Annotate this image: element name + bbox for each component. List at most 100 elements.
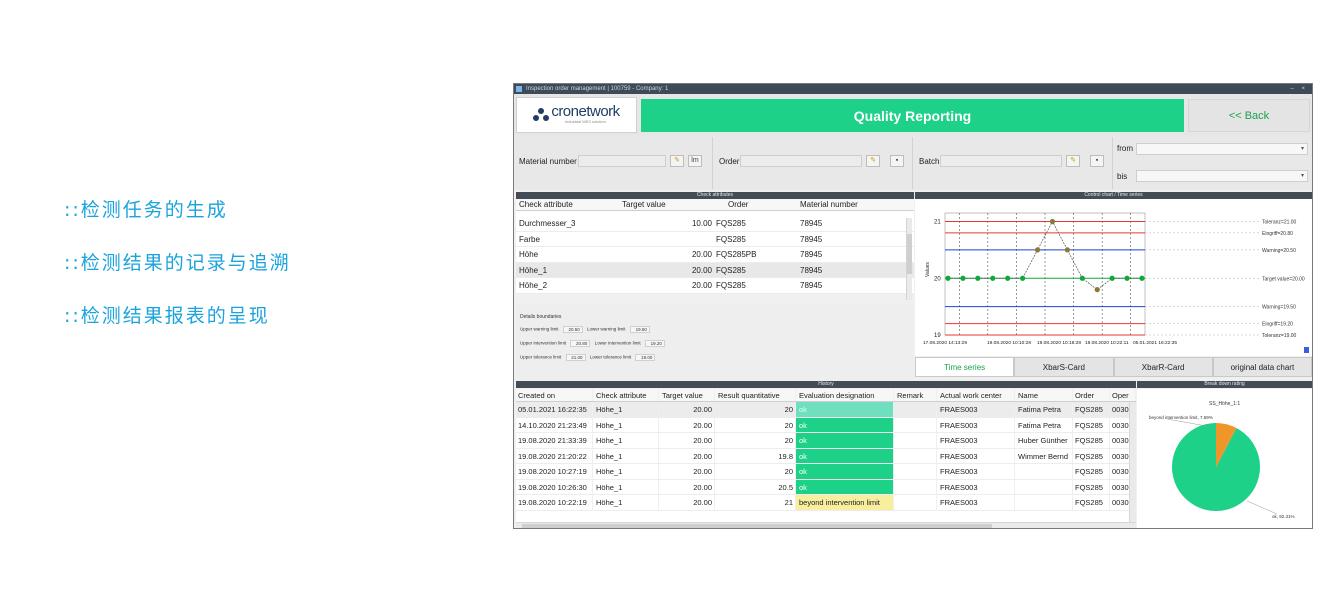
breakdown-title: Break down rating	[1137, 381, 1312, 388]
table-row[interactable]: 05.01.2021 16:22:35 Höhe_1 20.00 20 ok FRAES0…	[516, 402, 1136, 418]
material-number-label: Material number	[519, 157, 577, 166]
order-label: Order	[719, 157, 740, 166]
table-row[interactable]: 19.08.2020 21:33:39 Höhe_1 20.00 20 ok FRAES0…	[516, 433, 1136, 449]
feature-item: ::检测结果的记录与追溯	[64, 252, 291, 274]
table-row-selected[interactable]: Höhe_1 20.00 FQS285 78945	[516, 262, 914, 278]
lower-warning-field[interactable]: 19.50	[629, 326, 650, 333]
upper-intervention-field[interactable]: 20.80	[570, 340, 591, 347]
tab-xbarr-card[interactable]: XbarR-Card	[1113, 357, 1213, 377]
cell-target-value: 20.00	[659, 433, 715, 448]
column-header[interactable]: Name	[1015, 389, 1073, 401]
limit-label: Eingriff=20.80	[1262, 231, 1293, 237]
pencil-icon[interactable]: ✎	[670, 155, 684, 167]
pencil-icon[interactable]: ✎	[866, 155, 880, 167]
column-header[interactable]: Check attribute	[593, 389, 659, 401]
table-row[interactable]: 14.10.2020 21:23:49 Höhe_1 20.00 20 ok FRAES0…	[516, 417, 1136, 433]
cell-work-center: FRAES003	[937, 402, 1015, 417]
lower-warning-label: Lower warning limit	[587, 326, 626, 332]
to-date-select[interactable]: ▾	[1136, 170, 1308, 182]
data-point	[1005, 275, 1011, 281]
history-rows: 05.01.2021 16:22:35 Höhe_1 20.00 20 ok FRAES0…	[516, 402, 1136, 511]
column-header[interactable]: Actual work center	[937, 389, 1015, 401]
column-header[interactable]: Remark	[894, 389, 937, 401]
limit-label: Toleranz=21.00	[1262, 220, 1297, 226]
cell-attribute: Farbe	[519, 234, 540, 244]
cell-target-value: 20.00	[659, 417, 715, 432]
material-number-input[interactable]	[578, 155, 666, 167]
cell-created-on: 19.08.2020 21:20:22	[516, 448, 593, 463]
cell-created-on: 19.08.2020 10:27:19	[516, 464, 593, 479]
save-icon[interactable]: ▪	[1090, 155, 1104, 167]
limit-label: Warning=19.50	[1262, 305, 1296, 311]
cell-remark	[894, 448, 937, 463]
table-row[interactable]: 19.08.2020 10:22:19 Höhe_1 20.00 21 beyond i…	[516, 495, 1136, 511]
cell-target-value: 20.00	[659, 464, 715, 479]
table-row[interactable]: Höhe_2 20.00 FQS285 78945	[516, 278, 914, 294]
lm-button[interactable]: lm	[688, 155, 702, 167]
upper-tolerance-field[interactable]: 21.00	[565, 354, 586, 361]
tab-time-series[interactable]: Time series	[915, 357, 1015, 377]
save-icon[interactable]: ▪	[890, 155, 904, 167]
cell-remark	[894, 495, 937, 510]
column-header[interactable]: Target value	[614, 199, 714, 210]
x-tick-label: 17.08.2020 14:13:29	[923, 340, 967, 346]
column-header[interactable]: Target value	[659, 389, 715, 401]
cell-material: 78945	[800, 250, 823, 259]
cell-material: 78945	[800, 234, 823, 244]
cell-check-attribute: Höhe_1	[593, 448, 659, 463]
column-header[interactable]: Material number	[796, 199, 896, 210]
cell-target-value: 20.00	[659, 495, 715, 510]
cell-result: 20.5	[715, 479, 796, 494]
data-point	[1049, 218, 1056, 225]
cell-result: 20	[715, 433, 796, 448]
x-tick-label: 19.08.2020 10:18:28	[1037, 340, 1081, 346]
column-header[interactable]: Order	[714, 199, 796, 210]
app-icon	[516, 86, 522, 92]
column-header[interactable]: Result quantitative	[715, 389, 796, 401]
column-header[interactable]: Order	[1073, 389, 1110, 401]
cell-attribute: Höhe_1	[519, 265, 548, 275]
y-tick-label: 20	[934, 276, 941, 282]
batch-input[interactable]	[940, 155, 1062, 167]
vertical-scrollbar[interactable]	[1129, 402, 1136, 522]
pie-label-beyond: beyond intervention limit, 7.69%	[1149, 415, 1213, 420]
order-input[interactable]	[740, 155, 862, 167]
details-row: Upper warning limit 20.50 Lower warning …	[520, 326, 653, 333]
tab-xbars-card[interactable]: XbarS-Card	[1014, 357, 1114, 377]
cell-evaluation: ok	[796, 464, 894, 479]
table-row[interactable]: Farbe FQS285 78945	[516, 231, 914, 247]
cell-evaluation: ok	[796, 479, 894, 494]
lower-intervention-field[interactable]: 19.20	[644, 340, 665, 347]
cell-check-attribute: Höhe_1	[593, 433, 659, 448]
table-row[interactable]: 19.08.2020 10:26:30 Höhe_1 20.00 20.5 ok FRAE…	[516, 479, 1136, 495]
table-header: Created on Check attribute Target value …	[516, 389, 1136, 402]
cell-name	[1015, 479, 1073, 494]
window-controls[interactable]: – ×	[1290, 84, 1308, 94]
table-row[interactable]: 19.08.2020 21:20:22 Höhe_1 20.00 19.8 ok FRAE…	[516, 448, 1136, 464]
column-header[interactable]: Oper	[1110, 389, 1136, 401]
cell-target: 20.00	[691, 281, 712, 290]
upper-intervention-label: Upper intervention limit	[520, 340, 567, 346]
pencil-icon[interactable]: ✎	[1066, 155, 1080, 167]
horizontal-scrollbar[interactable]	[516, 522, 1136, 528]
cell-remark	[894, 479, 937, 494]
from-date-select[interactable]: ▾	[1136, 143, 1308, 155]
cell-work-center: FRAES003	[937, 479, 1015, 494]
cell-order: FQS285	[1073, 417, 1110, 432]
pie-leader	[1166, 418, 1213, 428]
column-header[interactable]: Check attribute	[516, 199, 614, 210]
back-button[interactable]: << Back	[1188, 99, 1310, 132]
cell-work-center: FRAES003	[937, 448, 1015, 463]
control-chart-title: Control chart / Time series	[915, 192, 1312, 199]
vertical-scrollbar[interactable]	[906, 218, 912, 300]
lower-tolerance-field[interactable]: 19.00	[635, 354, 656, 361]
table-row[interactable]: Durchmesser_3 10.00 FQS285 78945	[516, 216, 914, 232]
x-tick-label: 19.08.2020 10:22:11	[1085, 340, 1129, 346]
cell-name: Fatima Petra	[1015, 417, 1073, 432]
upper-warning-field[interactable]: 20.50	[562, 326, 583, 333]
column-header[interactable]: Evaluation designation	[796, 389, 894, 401]
table-row[interactable]: 19.08.2020 10:27:19 Höhe_1 20.00 20 ok FRAES0…	[516, 464, 1136, 480]
tab-original-data-chart[interactable]: original data chart	[1212, 357, 1312, 377]
column-header[interactable]: Created on	[516, 389, 593, 401]
table-row[interactable]: Höhe 20.00 FQS285PB 78945	[516, 247, 914, 263]
